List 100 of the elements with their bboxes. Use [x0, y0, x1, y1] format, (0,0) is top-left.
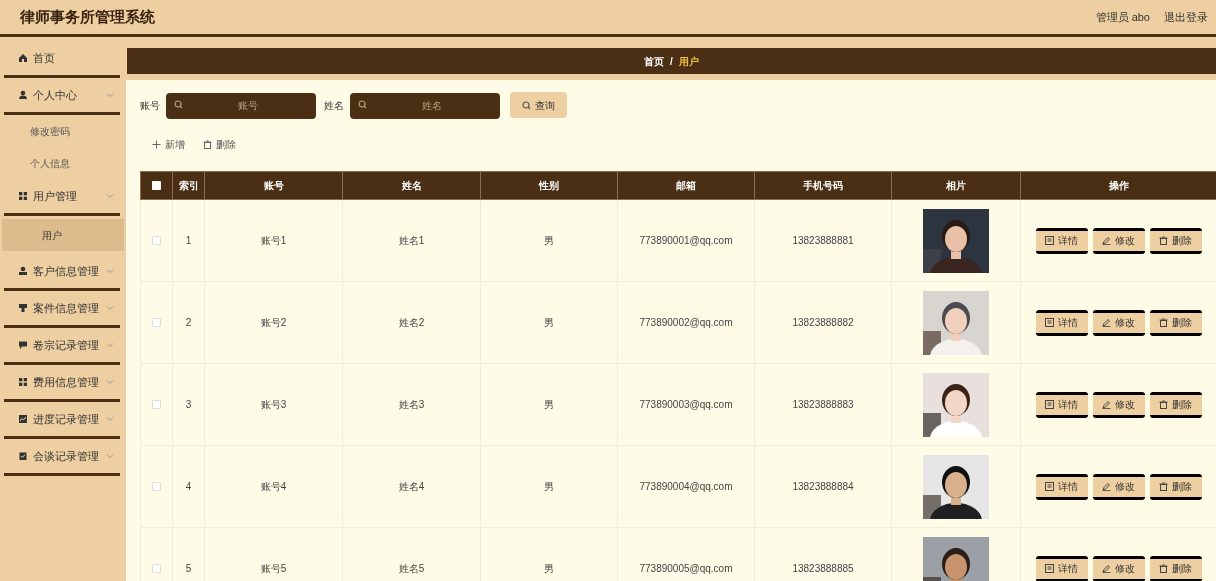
- menu-item[interactable]: 进度记录管理: [4, 402, 120, 439]
- chat-icon: [18, 340, 28, 350]
- table-cell: 3: [172, 363, 205, 446]
- menu-item[interactable]: 费用信息管理: [4, 365, 120, 402]
- table-cell: 账号4: [204, 445, 343, 528]
- delete-button[interactable]: 删除: [1149, 473, 1202, 500]
- document-icon: [1045, 236, 1054, 245]
- table-cell: 账号3: [204, 363, 343, 446]
- column-header: 相片: [891, 171, 1021, 200]
- delete-button[interactable]: 删除: [1149, 391, 1202, 418]
- checkbox[interactable]: [152, 181, 161, 190]
- search-icon: [174, 100, 183, 109]
- document-icon: [1045, 482, 1054, 491]
- home-icon: [18, 53, 28, 63]
- search-field[interactable]: 姓名: [350, 92, 500, 119]
- pencil-icon: [1102, 564, 1111, 573]
- table-cell: 男: [480, 363, 618, 446]
- pencil-icon: [1102, 318, 1111, 327]
- trash-icon: [1159, 482, 1168, 491]
- checkbox[interactable]: [152, 482, 161, 491]
- table-cell: 姓名4: [342, 445, 481, 528]
- column-header: 索引: [172, 171, 205, 200]
- trash-icon: [1159, 564, 1168, 573]
- delete-button[interactable]: 删除: [1149, 227, 1202, 254]
- details-button[interactable]: 详情: [1035, 473, 1088, 500]
- table-cell: 姓名2: [342, 281, 481, 364]
- menu-item[interactable]: 首页: [4, 41, 120, 78]
- column-header: 手机号码: [754, 171, 892, 200]
- checkbox[interactable]: [152, 318, 161, 327]
- user-icon: [18, 90, 28, 100]
- trash-icon: [1159, 236, 1168, 245]
- table-cell: 账号1: [204, 199, 343, 282]
- menu-item[interactable]: 个人中心: [4, 78, 120, 115]
- menu-item[interactable]: 客户信息管理: [4, 254, 120, 291]
- field-label: 姓名: [324, 98, 344, 113]
- add-button[interactable]: 新增: [152, 136, 185, 152]
- user-icon: [18, 266, 28, 276]
- submenu-item[interactable]: 个人信息: [2, 147, 124, 179]
- table-cell: 2: [172, 281, 205, 364]
- search-icon: [522, 100, 531, 110]
- field-label: 账号: [140, 98, 160, 113]
- menu-item[interactable]: 卷宗记录管理: [4, 328, 120, 365]
- submenu-item[interactable]: 用户: [2, 219, 124, 251]
- table-cell: 姓名3: [342, 363, 481, 446]
- details-button[interactable]: 详情: [1035, 309, 1088, 336]
- submenu-item[interactable]: 修改密码: [2, 115, 124, 147]
- menu-item[interactable]: 会谈记录管理: [4, 439, 120, 476]
- table-cell: 4: [172, 445, 205, 528]
- table-cell: 13823888884: [754, 445, 892, 528]
- edit-button[interactable]: 修改: [1092, 555, 1145, 581]
- pencil-icon: [1102, 400, 1111, 409]
- table-cell: 13823888882: [754, 281, 892, 364]
- table-cell: 773890002@qq.com: [617, 281, 755, 364]
- trash-icon: [203, 139, 212, 149]
- search-field[interactable]: 账号: [166, 92, 316, 119]
- grid-icon: [18, 191, 28, 201]
- breadcrumb-link[interactable]: 用户: [678, 53, 699, 69]
- breadcrumb-link[interactable]: 首页: [644, 53, 665, 69]
- table-cell: 男: [480, 445, 618, 528]
- logout-link[interactable]: 退出登录: [1164, 8, 1208, 26]
- column-header: 姓名: [342, 171, 481, 200]
- admin-label: 管理员 abo: [1095, 9, 1150, 25]
- table-cell: 姓名1: [342, 199, 481, 282]
- table-cell: 男: [480, 281, 618, 364]
- delete-button[interactable]: 删除: [203, 136, 236, 152]
- table-cell: 13823888881: [754, 199, 892, 282]
- checkbox[interactable]: [152, 236, 161, 245]
- checkbox[interactable]: [152, 564, 161, 573]
- trash-icon: [1159, 318, 1168, 327]
- details-button[interactable]: 详情: [1035, 227, 1088, 254]
- table-cell: 773890001@qq.com: [617, 199, 755, 282]
- search-icon: [358, 100, 367, 109]
- menu-item[interactable]: 用户管理: [4, 179, 120, 216]
- edit-button[interactable]: 修改: [1092, 227, 1145, 254]
- column-header: 操作: [1020, 171, 1216, 200]
- table-cell: 13823888883: [754, 363, 892, 446]
- delete-button[interactable]: 删除: [1149, 555, 1202, 581]
- column-header: 账号: [204, 171, 343, 200]
- query-button[interactable]: 查询: [510, 92, 567, 118]
- table-cell: 773890003@qq.com: [617, 363, 755, 446]
- table-cell: 1: [172, 199, 205, 282]
- edit-button[interactable]: 修改: [1092, 309, 1145, 336]
- checkbox[interactable]: [152, 400, 161, 409]
- edit-button[interactable]: 修改: [1092, 473, 1145, 500]
- document-icon: [1045, 400, 1054, 409]
- menu-item[interactable]: 案件信息管理: [4, 291, 120, 328]
- clipboard-icon: [18, 451, 28, 461]
- details-button[interactable]: 详情: [1035, 391, 1088, 418]
- column-header: 邮箱: [617, 171, 755, 200]
- breadcrumb-separator: /: [670, 54, 673, 69]
- chart-icon: [18, 414, 28, 424]
- column-header: 性别: [480, 171, 618, 200]
- delete-button[interactable]: 删除: [1149, 309, 1202, 336]
- pencil-icon: [1102, 482, 1111, 491]
- table-cell: 账号2: [204, 281, 343, 364]
- plus-icon: [152, 139, 161, 149]
- edit-button[interactable]: 修改: [1092, 391, 1145, 418]
- pencil-icon: [1102, 236, 1111, 245]
- details-button[interactable]: 详情: [1035, 555, 1088, 581]
- trash-icon: [1159, 400, 1168, 409]
